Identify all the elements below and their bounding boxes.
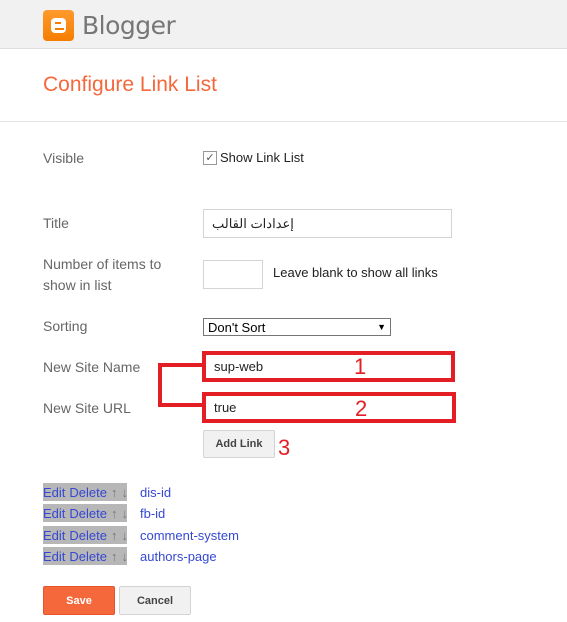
link-name[interactable]: fb-id xyxy=(140,506,165,521)
page-title: Configure Link List xyxy=(43,73,217,96)
title-value: إعدادات القالب xyxy=(212,215,294,231)
add-link-button[interactable]: Add Link xyxy=(203,430,275,458)
edit-link[interactable]: Edit xyxy=(43,506,65,521)
site-url-value: true xyxy=(214,400,237,415)
sorting-label: Sorting xyxy=(43,318,88,334)
move-down-icon[interactable]: ↓ xyxy=(121,528,128,543)
visible-label: Visible xyxy=(43,150,84,166)
chevron-down-icon: ▼ xyxy=(377,322,386,332)
site-name-value: sup-web xyxy=(214,359,264,374)
link-row: Edit Delete ↑ ↓ comment-system xyxy=(43,526,239,544)
items-hint: Leave blank to show all links xyxy=(273,265,438,280)
checkbox-icon[interactable]: ✓ xyxy=(203,150,217,165)
annotation-connector xyxy=(158,363,203,407)
move-up-icon[interactable]: ↑ xyxy=(111,528,118,543)
site-url-label: New Site URL xyxy=(43,400,131,416)
move-down-icon[interactable]: ↓ xyxy=(121,549,128,564)
link-name[interactable]: authors-page xyxy=(140,549,217,564)
items-label-1: Number of items to xyxy=(43,256,162,272)
link-row: Edit Delete ↑ ↓ dis-id xyxy=(43,483,171,501)
link-name[interactable]: comment-system xyxy=(140,528,239,543)
link-row: Edit Delete ↑ ↓ fb-id xyxy=(43,504,165,522)
items-count-input[interactable] xyxy=(203,260,263,289)
edit-link[interactable]: Edit xyxy=(43,528,65,543)
move-up-icon[interactable]: ↑ xyxy=(111,549,118,564)
sorting-select[interactable]: Don't Sort ▼ xyxy=(203,318,391,336)
items-label-2: show in list xyxy=(43,277,112,293)
delete-link[interactable]: Delete xyxy=(69,528,107,543)
divider xyxy=(0,121,567,122)
edit-link[interactable]: Edit xyxy=(43,485,65,500)
site-name-label: New Site Name xyxy=(43,359,141,375)
move-down-icon[interactable]: ↓ xyxy=(121,485,128,500)
delete-link[interactable]: Delete xyxy=(69,506,107,521)
brand-name: Blogger xyxy=(82,11,176,40)
show-link-list-label: Show Link List xyxy=(220,150,304,165)
move-down-icon[interactable]: ↓ xyxy=(121,506,128,521)
save-button[interactable]: Save xyxy=(43,586,115,615)
delete-link[interactable]: Delete xyxy=(69,485,107,500)
site-name-input[interactable]: sup-web xyxy=(202,351,455,382)
title-label: Title xyxy=(43,215,69,231)
link-row: Edit Delete ↑ ↓ authors-page xyxy=(43,547,217,565)
delete-link[interactable]: Delete xyxy=(69,549,107,564)
annotation-3: 3 xyxy=(278,435,291,460)
show-link-list-checkbox[interactable]: ✓ Show Link List xyxy=(203,150,304,165)
move-up-icon[interactable]: ↑ xyxy=(111,485,118,500)
blogger-logo-icon[interactable] xyxy=(43,10,74,41)
sorting-value: Don't Sort xyxy=(208,319,266,335)
annotation-1: 1 xyxy=(354,354,367,379)
title-input[interactable]: إعدادات القالب xyxy=(203,209,452,238)
cancel-button[interactable]: Cancel xyxy=(119,586,191,615)
move-up-icon[interactable]: ↑ xyxy=(111,506,118,521)
site-url-input[interactable]: true xyxy=(202,392,456,423)
link-name[interactable]: dis-id xyxy=(140,485,171,500)
edit-link[interactable]: Edit xyxy=(43,549,65,564)
annotation-2: 2 xyxy=(355,396,368,421)
